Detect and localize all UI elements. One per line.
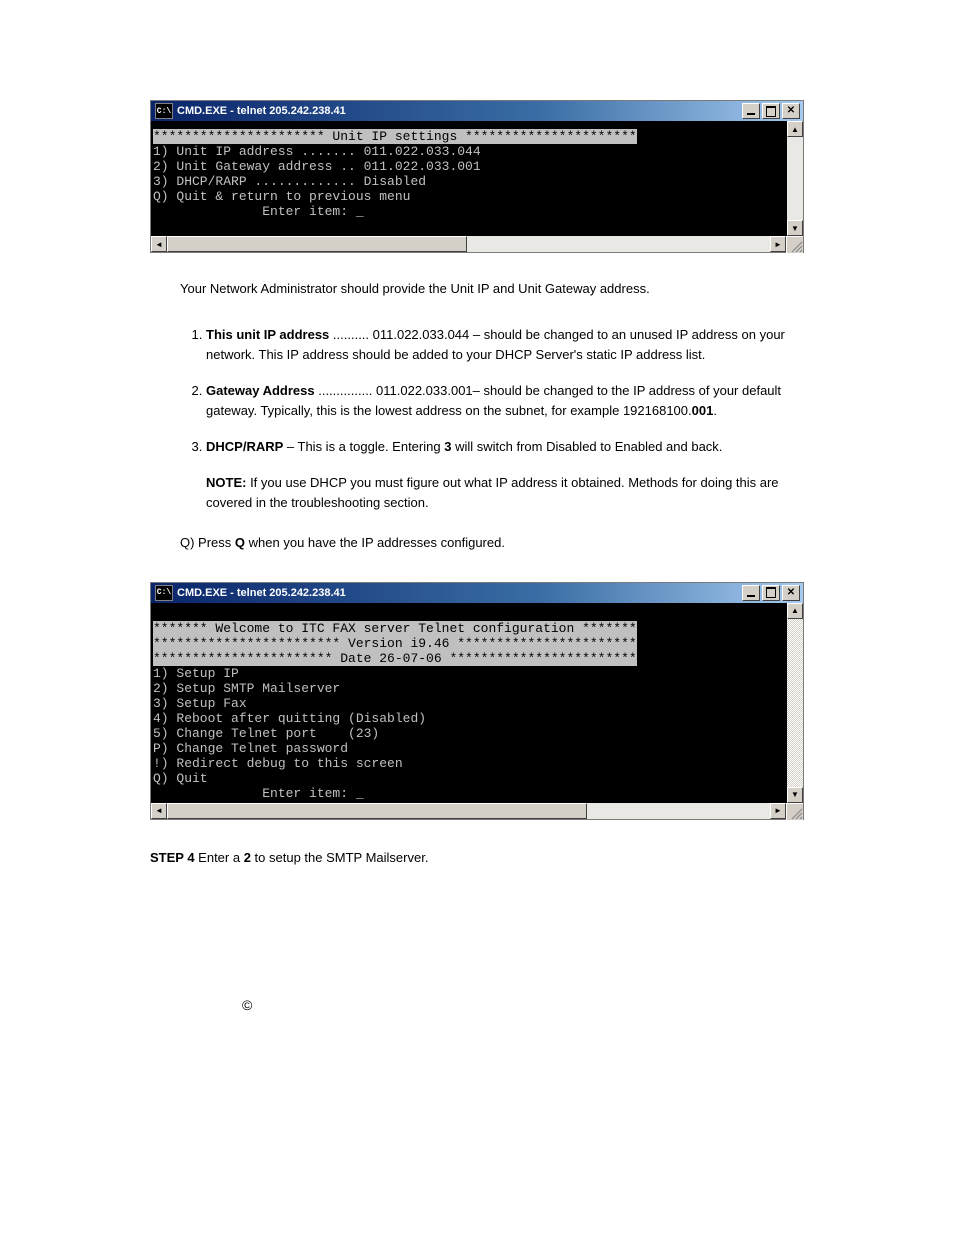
terminal-output: ********************** Unit IP settings … (151, 121, 787, 236)
terminal-window-ip-settings: C:\ CMD.EXE - telnet 205.242.238.41 ✕ **… (150, 100, 804, 253)
titlebar: C:\ CMD.EXE - telnet 205.242.238.41 ✕ (151, 101, 803, 121)
instruction-item-q: Q) Press Q when you have the IP addresse… (180, 533, 804, 553)
instruction-list: This unit IP address .......... 011.022.… (180, 325, 804, 458)
scroll-up-icon[interactable]: ▲ (787, 603, 803, 619)
scroll-right-icon[interactable]: ► (770, 236, 786, 252)
close-button[interactable]: ✕ (782, 585, 800, 601)
window-title: CMD.EXE - telnet 205.242.238.41 (177, 587, 346, 599)
step-4: STEP 4 Enter a 2 to setup the SMTP Mails… (150, 848, 804, 868)
minimize-button[interactable] (742, 585, 760, 601)
terminal-window-main-menu: C:\ CMD.EXE - telnet 205.242.238.41 ✕ **… (150, 582, 804, 820)
horizontal-scrollbar[interactable]: ◄ ► (151, 803, 803, 819)
scroll-down-icon[interactable]: ▼ (787, 220, 803, 236)
cmd-icon: C:\ (155, 103, 173, 119)
cmd-icon: C:\ (155, 585, 173, 601)
maximize-button[interactable] (762, 585, 780, 601)
intro-text: Your Network Administrator should provid… (180, 279, 804, 299)
instruction-item-2: Gateway Address ............... 011.022.… (206, 381, 804, 421)
instruction-item-3: DHCP/RARP – This is a toggle. Entering 3… (206, 437, 804, 457)
titlebar: C:\ CMD.EXE - telnet 205.242.238.41 ✕ (151, 583, 803, 603)
scroll-right-icon[interactable]: ► (770, 803, 786, 819)
instruction-item-1: This unit IP address .......... 011.022.… (206, 325, 804, 365)
close-button[interactable]: ✕ (782, 103, 800, 119)
minimize-button[interactable] (742, 103, 760, 119)
vertical-scrollbar[interactable]: ▲ ▼ (787, 121, 803, 236)
scroll-left-icon[interactable]: ◄ (151, 236, 167, 252)
resize-grip-icon[interactable] (786, 803, 803, 820)
maximize-button[interactable] (762, 103, 780, 119)
vertical-scrollbar[interactable]: ▲ ▼ (787, 603, 803, 803)
scroll-down-icon[interactable]: ▼ (787, 787, 803, 803)
copyright: © (150, 997, 804, 1013)
horizontal-scrollbar[interactable]: ◄ ► (151, 236, 803, 252)
terminal-output: ******* Welcome to ITC FAX server Telnet… (151, 603, 787, 803)
note-block: NOTE: If you use DHCP you must figure ou… (206, 473, 804, 513)
resize-grip-icon[interactable] (786, 236, 803, 253)
scroll-left-icon[interactable]: ◄ (151, 803, 167, 819)
scroll-up-icon[interactable]: ▲ (787, 121, 803, 137)
window-title: CMD.EXE - telnet 205.242.238.41 (177, 105, 346, 117)
